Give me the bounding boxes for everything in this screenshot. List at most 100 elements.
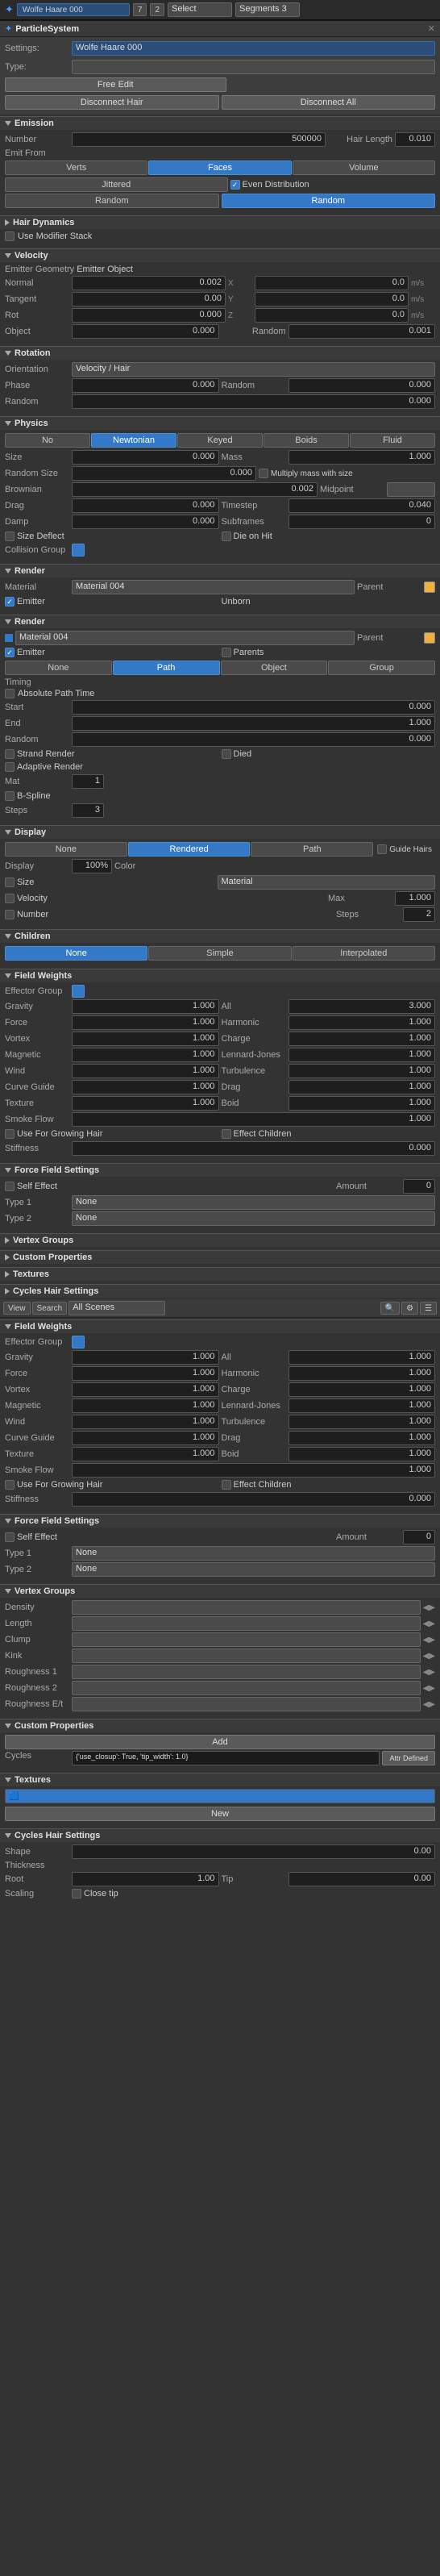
- magnetic2-field[interactable]: 1.000: [72, 1398, 219, 1413]
- size-disp-check[interactable]: [5, 877, 15, 887]
- abs-path-check[interactable]: [5, 689, 15, 698]
- all2-field[interactable]: 1.000: [288, 1350, 436, 1365]
- interpolated-tab[interactable]: Interpolated: [293, 946, 435, 961]
- brownian-field[interactable]: 0.002: [72, 482, 318, 497]
- drag-fw-field[interactable]: 1.000: [288, 1080, 436, 1094]
- all-scenes-select[interactable]: All Scenes: [68, 1301, 165, 1315]
- timestep-field[interactable]: 0.040: [288, 498, 436, 513]
- verts-tab[interactable]: Verts: [5, 160, 147, 175]
- object-r2-tab[interactable]: Object: [221, 661, 328, 675]
- random-vel-field[interactable]: 0.001: [288, 324, 436, 339]
- subframes-field[interactable]: 0: [288, 515, 436, 529]
- smoke2-field[interactable]: 1.000: [72, 1463, 435, 1478]
- settings-field[interactable]: Wolfe Haare 000: [72, 41, 435, 56]
- rand-phase-field[interactable]: 0.000: [288, 378, 436, 393]
- self-effect-check[interactable]: [5, 1182, 15, 1191]
- new-texture-btn[interactable]: New: [5, 1807, 435, 1821]
- texture2-field[interactable]: 1.000: [72, 1447, 219, 1461]
- boid-fw-field[interactable]: 1.000: [288, 1096, 436, 1111]
- amount-fw-field[interactable]: 0: [403, 1179, 435, 1194]
- vortex2-field[interactable]: 1.000: [72, 1382, 219, 1397]
- multiply-mass-check[interactable]: [259, 469, 268, 478]
- vortex-fw-field[interactable]: 1.000: [72, 1032, 219, 1046]
- search-btn[interactable]: Search: [32, 1302, 68, 1315]
- smoke-flow-fw-field[interactable]: 1.000: [72, 1112, 435, 1127]
- rotation-header[interactable]: Rotation: [0, 346, 440, 360]
- fluid-tab[interactable]: Fluid: [350, 433, 435, 448]
- stiffness-fw-field[interactable]: 0.000: [72, 1141, 435, 1156]
- roughness1-select[interactable]: [72, 1665, 421, 1679]
- y-field[interactable]: 0.0: [255, 292, 409, 306]
- rot-field[interactable]: 0.000: [72, 308, 226, 323]
- render2-header[interactable]: Render: [0, 615, 440, 628]
- fw-header[interactable]: Field Weights: [0, 969, 440, 982]
- panel-close[interactable]: ✕: [428, 23, 435, 34]
- self-effect2-check[interactable]: [5, 1532, 15, 1542]
- max-field[interactable]: 1.000: [395, 891, 435, 906]
- clump-select[interactable]: [72, 1632, 421, 1647]
- random-active-tab[interactable]: Random: [222, 194, 436, 208]
- end-r2-field[interactable]: 1.000: [72, 716, 435, 731]
- emission-header[interactable]: Emission: [0, 116, 440, 130]
- use-growing-check[interactable]: [5, 1129, 15, 1139]
- strand-check[interactable]: [5, 749, 15, 759]
- root-field[interactable]: 1.00: [72, 1872, 219, 1886]
- curve-guide2-field[interactable]: 1.000: [72, 1431, 219, 1445]
- tb-btn2[interactable]: ⚙: [401, 1302, 418, 1315]
- midpoint-select[interactable]: [387, 482, 435, 497]
- faces-tab[interactable]: Faces: [148, 160, 291, 175]
- rand-rot-field[interactable]: 0.000: [72, 394, 435, 409]
- cp2-header[interactable]: Custom Properties: [0, 1719, 440, 1732]
- keyed-tab[interactable]: Keyed: [177, 433, 263, 448]
- die-hit-check[interactable]: [222, 531, 231, 541]
- charge2-field[interactable]: 1.000: [288, 1382, 436, 1397]
- modifier-stack-check[interactable]: [5, 231, 15, 241]
- fw2-header[interactable]: Field Weights: [0, 1319, 440, 1333]
- material-r-select[interactable]: Material 004: [72, 580, 355, 594]
- mass-field[interactable]: 1.000: [288, 450, 436, 465]
- path-disp-tab[interactable]: Path: [251, 842, 373, 857]
- parents-r2-check[interactable]: [222, 648, 231, 657]
- vg-header[interactable]: Vertex Groups: [0, 1233, 440, 1247]
- adaptive-check[interactable]: [5, 762, 15, 772]
- disconnect-all-btn[interactable]: Disconnect All: [222, 95, 436, 110]
- effect-children-check[interactable]: [222, 1129, 231, 1139]
- rand-r2-field[interactable]: 0.000: [72, 732, 435, 747]
- gravity2-field[interactable]: 1.000: [72, 1350, 219, 1365]
- no-tab[interactable]: No: [5, 433, 90, 448]
- length-select[interactable]: [72, 1616, 421, 1631]
- velocity-header[interactable]: Velocity: [0, 248, 440, 262]
- emitter-r-check[interactable]: ✓: [5, 597, 15, 606]
- drag2-field[interactable]: 1.000: [288, 1431, 436, 1445]
- wind2-field[interactable]: 1.000: [72, 1415, 219, 1429]
- emitter-r2-check[interactable]: ✓: [5, 648, 15, 657]
- drag-phys-field[interactable]: 0.000: [72, 498, 219, 513]
- type-select[interactable]: [72, 60, 435, 74]
- lennard2-field[interactable]: 1.000: [288, 1398, 436, 1413]
- cycles-header[interactable]: Cycles Hair Settings: [0, 1284, 440, 1298]
- force2-field[interactable]: 1.000: [72, 1366, 219, 1381]
- render-header[interactable]: Render: [0, 564, 440, 577]
- ff-header[interactable]: Force Field Settings: [0, 1163, 440, 1177]
- turbulence-fw-field[interactable]: 1.000: [288, 1064, 436, 1078]
- orientation-select[interactable]: Velocity / Hair: [72, 362, 435, 377]
- bspline-check[interactable]: [5, 791, 15, 801]
- close-tip-check[interactable]: [72, 1889, 81, 1899]
- tangent-field[interactable]: 0.00: [72, 292, 226, 306]
- btn-2[interactable]: 2: [150, 3, 164, 16]
- turbulence2-field[interactable]: 1.000: [288, 1415, 436, 1429]
- cycles2-header[interactable]: Cycles Hair Settings: [0, 1828, 440, 1842]
- rendered-tab[interactable]: Rendered: [128, 842, 251, 857]
- children-header[interactable]: Children: [0, 929, 440, 943]
- cp-header[interactable]: Custom Properties: [0, 1250, 440, 1264]
- z-field[interactable]: 0.0: [255, 308, 409, 323]
- mat-r2-num[interactable]: 1: [72, 774, 104, 789]
- boid2-field[interactable]: 1.000: [288, 1447, 436, 1461]
- tb-btn3[interactable]: ☰: [420, 1302, 437, 1315]
- density-select[interactable]: [72, 1600, 421, 1615]
- object-field[interactable]: 0.000: [72, 324, 219, 339]
- rand-size-field[interactable]: 0.000: [72, 466, 256, 481]
- disp-pct-field[interactable]: 100%: [72, 859, 112, 873]
- effector-group-check[interactable]: [72, 985, 85, 998]
- hair-length-field[interactable]: 0.010: [395, 132, 435, 147]
